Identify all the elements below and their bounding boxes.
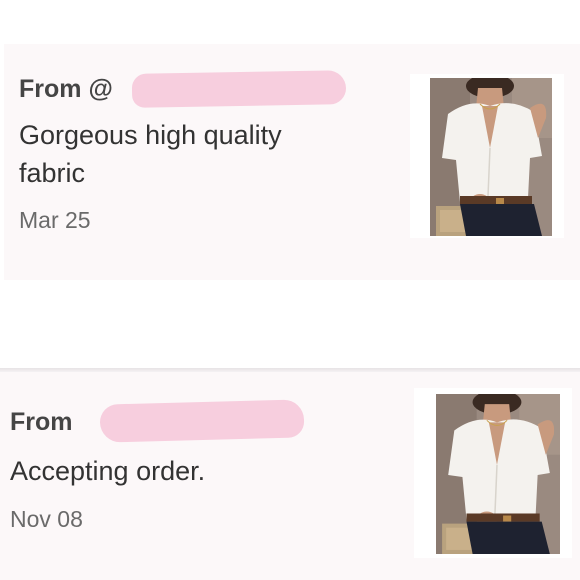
review-message: Gorgeous high quality fabric [19, 120, 282, 188]
product-photo-icon [436, 394, 560, 554]
redacted-username [99, 399, 305, 443]
product-thumbnail[interactable] [414, 388, 572, 558]
review-card[interactable]: From Accepting order. Nov 08 [0, 372, 580, 580]
review-message: Accepting order. [10, 456, 206, 486]
product-photo-icon [430, 78, 552, 236]
review-card[interactable]: From @ Gorgeous high quality fabric Mar … [4, 44, 580, 280]
review-from-label: From [10, 408, 73, 436]
reviews-page: From @ Gorgeous high quality fabric Mar … [0, 0, 580, 580]
review-from-label: From @ [19, 75, 113, 103]
redacted-username [131, 70, 347, 108]
review-date: Mar 25 [19, 207, 91, 233]
product-thumbnail[interactable] [410, 74, 564, 238]
review-date: Nov 08 [10, 506, 83, 532]
